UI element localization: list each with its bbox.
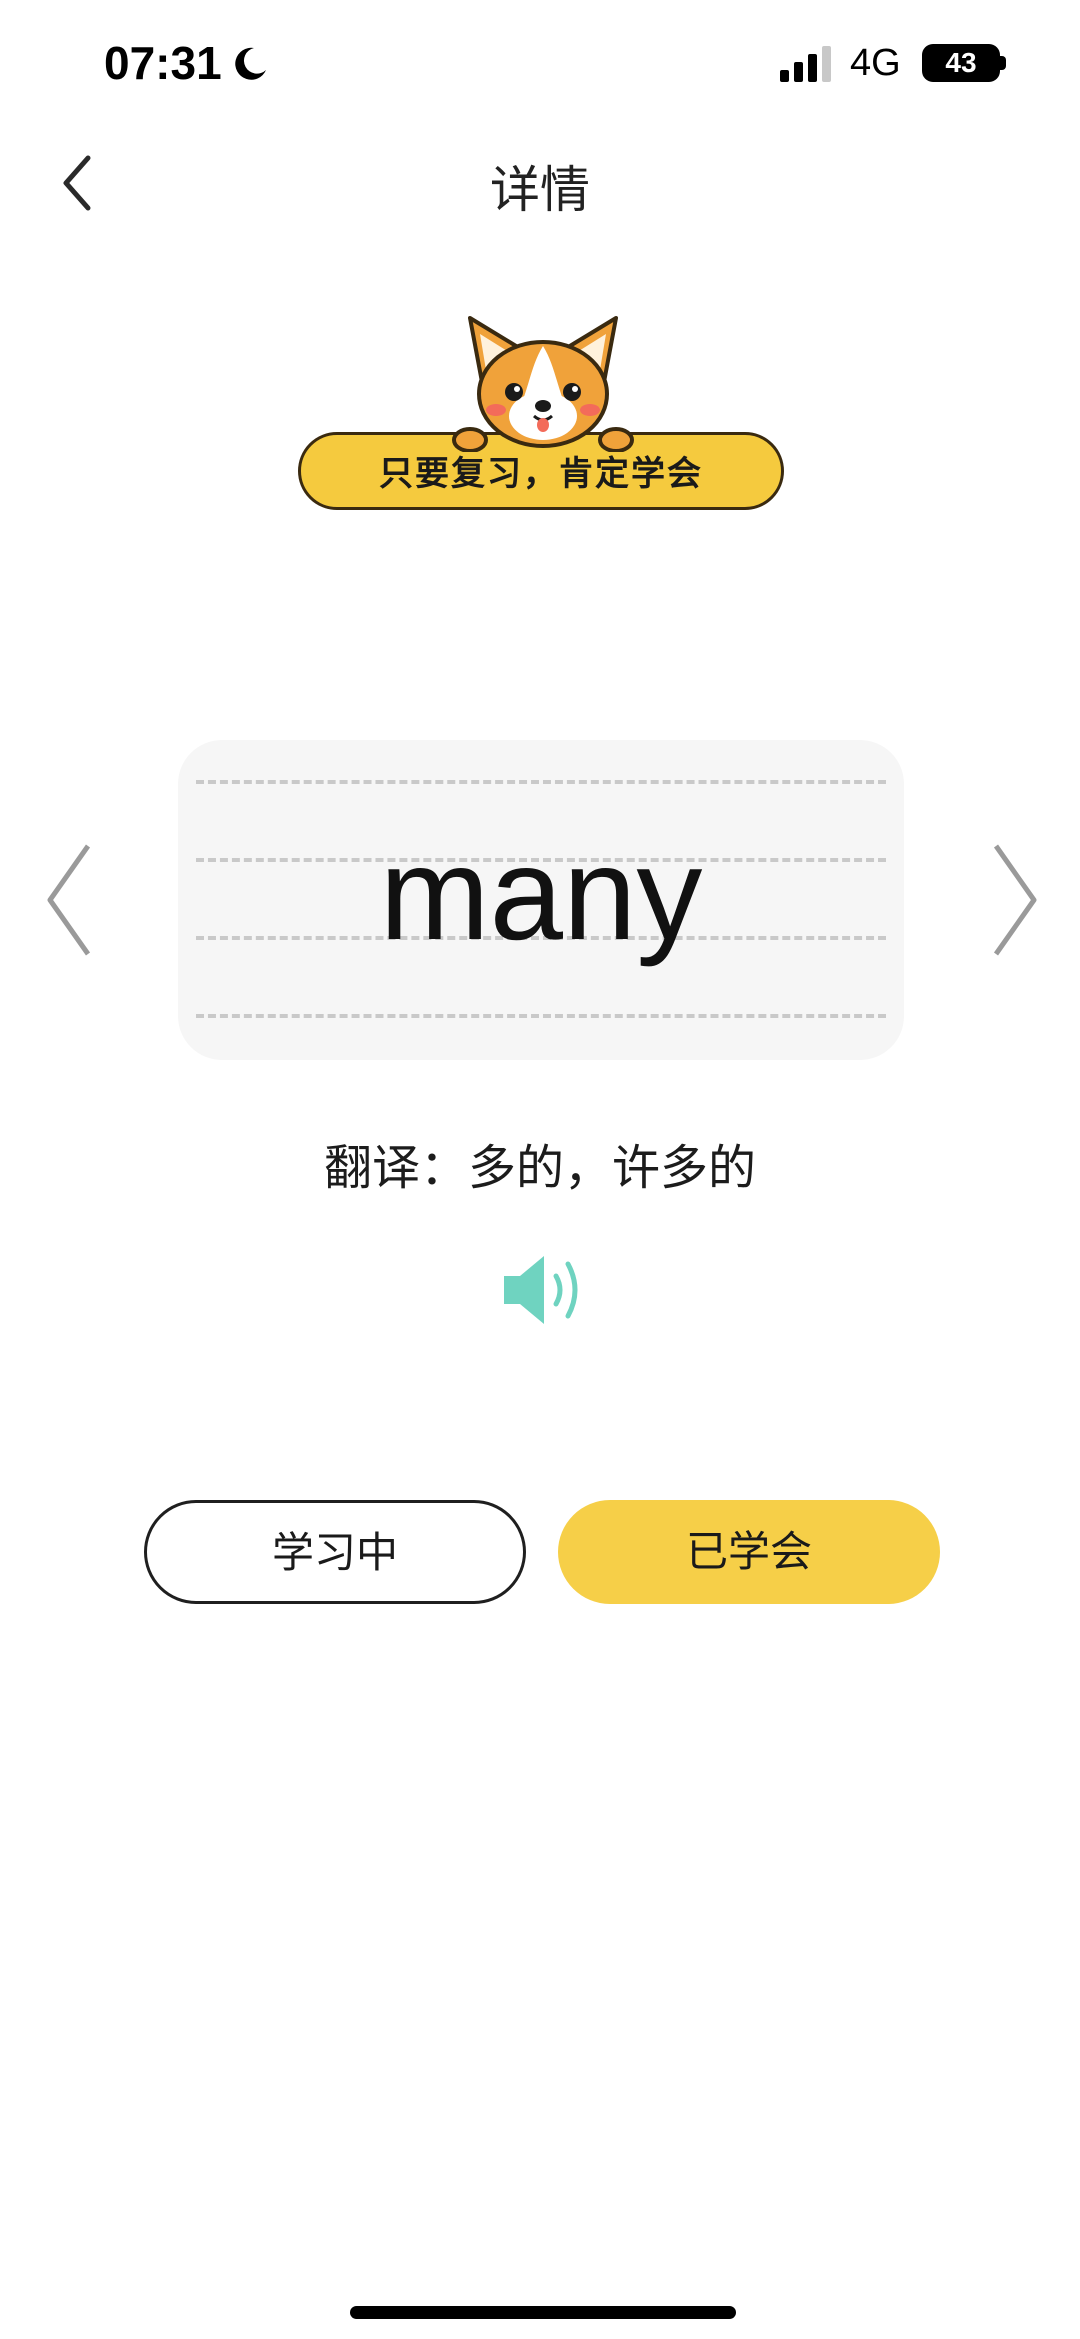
previous-word-button[interactable] xyxy=(44,840,94,960)
corgi-mascot-icon xyxy=(452,316,634,452)
battery-icon: 43 xyxy=(922,44,1000,82)
learning-button[interactable]: 学习中 xyxy=(144,1500,526,1604)
chevron-right-icon xyxy=(993,844,1037,956)
word-card: many xyxy=(178,740,904,1060)
network-type: 4G xyxy=(850,42,901,84)
banner-text: 只要复习，肯定学会 xyxy=(379,454,703,494)
moon-icon xyxy=(235,47,266,80)
learned-button[interactable]: 已学会 xyxy=(558,1500,940,1604)
battery-tip xyxy=(1000,56,1006,70)
chevron-left-icon xyxy=(47,844,91,956)
speaker-icon[interactable] xyxy=(500,1252,590,1328)
status-bar: 07:31 4G 43 xyxy=(0,0,1080,130)
home-indicator[interactable] xyxy=(350,2306,736,2319)
status-time: 07:31 xyxy=(104,37,222,89)
signal-icon xyxy=(780,46,831,82)
next-word-button[interactable] xyxy=(990,840,1040,960)
translation-text: 翻译：多的，许多的 xyxy=(323,1140,756,1196)
guide-line xyxy=(196,1014,886,1018)
guide-line xyxy=(196,780,886,784)
vocab-word: many xyxy=(379,820,703,967)
motivation-banner: 只要复习，肯定学会 xyxy=(298,312,784,512)
page-title: 详情 xyxy=(490,161,590,219)
